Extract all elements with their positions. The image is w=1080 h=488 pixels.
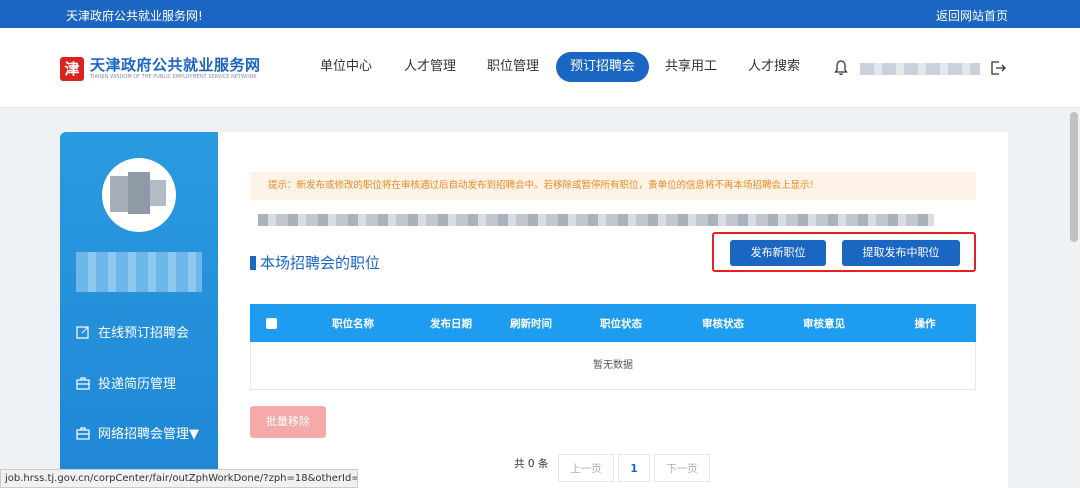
col-review-comment: 审核意见: [803, 318, 845, 330]
nav-item-unit-center[interactable]: 单位中心: [320, 52, 372, 82]
fair-info-blurred: [258, 214, 934, 226]
nav-item-shared-employment[interactable]: 共享用工: [665, 52, 717, 82]
nav-item-book-job-fair[interactable]: 预订招聘会: [556, 52, 650, 82]
sidebar: 在线预订招聘会 投递简历管理 网络招聘会管理▼: [60, 132, 218, 488]
nav-item-talent-search[interactable]: 人才搜索: [748, 52, 800, 82]
back-to-home-link[interactable]: 返回网站首页: [936, 7, 1008, 24]
sidebar-item-label: 网络招聘会管理▼: [98, 427, 199, 442]
status-bar-url: job.hrss.tj.gov.cn/corpCenter/fair/outZp…: [0, 469, 358, 488]
bell-icon[interactable]: [834, 60, 848, 76]
main-panel: 提示：新发布或修改的职位将在审核通过后自动发布到招聘会中。若移除或暂停所有职位，…: [218, 132, 1008, 488]
page-scrollbar[interactable]: [1068, 108, 1080, 488]
logo-subtitle: TIANJIN WISDOM OF THE PUBLIC EMPLOYMENT …: [90, 74, 257, 80]
sidebar-item-label: 在线预订招聘会: [98, 326, 190, 341]
sidebar-item-book-job-fair[interactable]: 在线预订招聘会: [76, 322, 189, 341]
prev-page-button[interactable]: 上一页: [558, 454, 614, 482]
table-empty-row: 暂无数据: [250, 342, 976, 390]
publish-new-job-button[interactable]: 发布新职位: [730, 240, 826, 266]
section-title-text: 本场招聘会的职位: [260, 254, 381, 272]
logo-title: 天津政府公共就业服务网: [90, 56, 261, 74]
next-page-button[interactable]: 下一页: [654, 454, 710, 482]
col-job-name: 职位名称: [332, 318, 374, 330]
briefcase-icon: [76, 426, 90, 440]
logo-badge: 津: [60, 56, 84, 81]
logout-icon[interactable]: [990, 60, 1006, 76]
batch-remove-button[interactable]: 批量移除: [250, 406, 326, 438]
edit-icon: [76, 325, 89, 339]
col-actions: 操作: [914, 318, 936, 330]
username-blurred: [860, 63, 980, 75]
table-header: 职位名称 发布日期 刷新时间 职位状态 审核状态 审核意见 操作: [250, 304, 976, 342]
site-logo[interactable]: 津 天津政府公共就业服务网 TIANJIN WISDOM OF THE PUBL…: [60, 56, 261, 81]
sidebar-item-online-fair-management[interactable]: 网络招聘会管理▼: [76, 423, 199, 442]
top-bar: 天津政府公共就业服务网! 返回网站首页: [0, 0, 1080, 28]
section-title: 本场招聘会的职位: [250, 252, 380, 273]
col-refresh-time: 刷新时间: [510, 318, 552, 330]
briefcase-icon: [76, 376, 90, 390]
extract-published-jobs-button[interactable]: 提取发布中职位: [842, 240, 960, 266]
nav-item-talent-management[interactable]: 人才管理: [404, 52, 456, 82]
page-1-button[interactable]: 1: [618, 454, 650, 482]
col-publish-date: 发布日期: [430, 318, 472, 330]
sidebar-item-label: 投递简历管理: [98, 377, 177, 392]
col-job-status: 职位状态: [600, 318, 642, 330]
company-name-blurred: [76, 252, 202, 292]
welcome-text: 天津政府公共就业服务网!: [66, 9, 203, 23]
notice-banner: 提示：新发布或修改的职位将在审核通过后自动发布到招聘会中。若移除或暂停所有职位，…: [250, 172, 976, 200]
col-review-status: 审核状态: [702, 318, 744, 330]
select-all-checkbox[interactable]: [266, 318, 277, 329]
nav-item-job-management[interactable]: 职位管理: [487, 52, 539, 82]
avatar: [102, 158, 176, 232]
pagination-total: 共 0 条: [514, 458, 549, 470]
sidebar-item-resume-management[interactable]: 投递简历管理: [76, 373, 176, 392]
